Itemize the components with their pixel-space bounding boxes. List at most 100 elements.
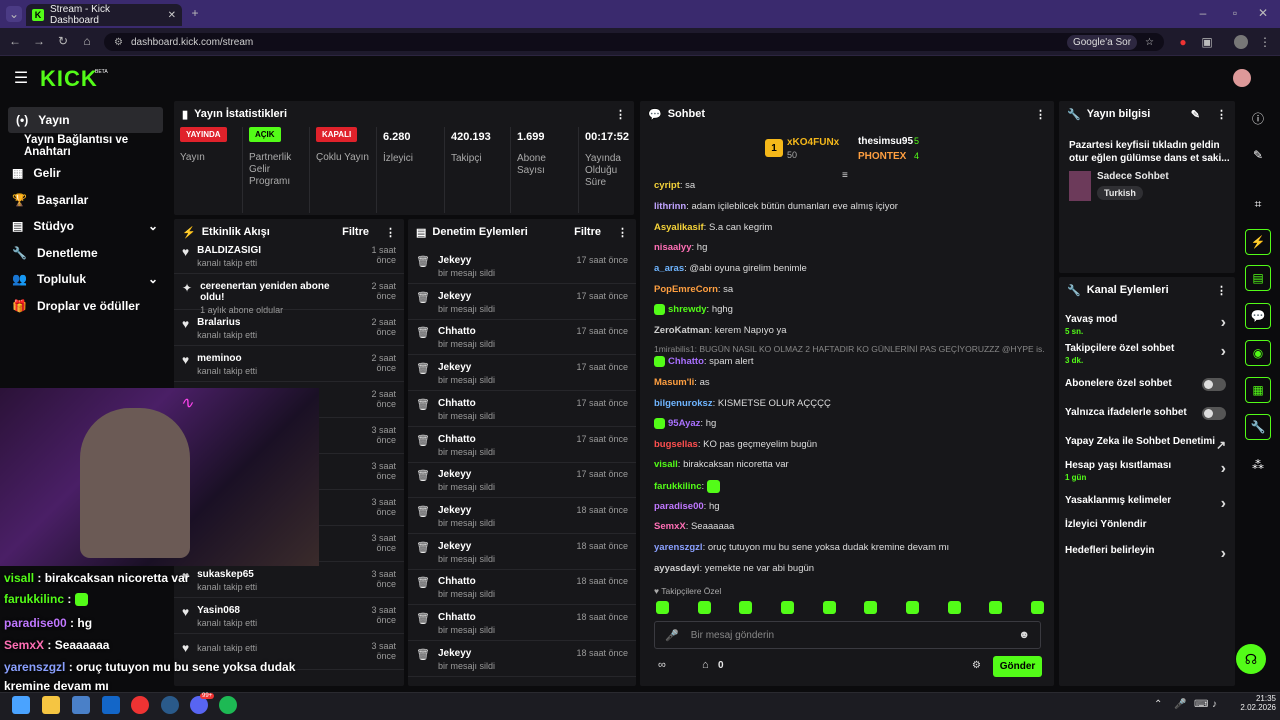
document-action-icon[interactable]: ▤ <box>1245 265 1271 291</box>
chat-username[interactable]: lithrinn <box>654 201 686 212</box>
sidebar-item-studio[interactable]: ▤ Stüdyo ⌄ <box>4 213 166 239</box>
emote-icon[interactable] <box>905 601 919 614</box>
chat-username[interactable]: Chhatto <box>668 356 704 367</box>
sidebar-item-achievements[interactable]: 🏆 Başarılar <box>4 187 96 213</box>
browser-tab[interactable]: K Stream - Kick Dashboard ✕ <box>26 4 182 26</box>
chat-username[interactable]: PopEmreCorn <box>654 284 718 295</box>
tab-search-icon[interactable]: ⌄ <box>6 6 22 22</box>
chat-username[interactable]: 95Ayaz <box>668 418 700 429</box>
add-widget-icon[interactable]: ⁂ <box>1245 452 1271 478</box>
channel-action-item[interactable]: Hesap yaşı kısıtlaması 1 gün › <box>1065 460 1230 482</box>
more-options-icon[interactable]: ⋮ <box>615 108 626 121</box>
layout-action-icon[interactable]: ▦ <box>1245 377 1271 403</box>
sidebar-item-community[interactable]: 👥 Topluluk ⌄ <box>4 266 166 292</box>
more-options-icon[interactable]: ⋮ <box>1035 108 1046 121</box>
maximize-icon[interactable]: ▫ <box>1228 6 1242 20</box>
google-ask-button[interactable]: Google'a Sor <box>1066 34 1138 50</box>
volume-icon[interactable]: ♪ <box>1212 699 1217 710</box>
sidebar-item-revenue[interactable]: ▦ Gelir <box>4 160 69 186</box>
emote-icon[interactable] <box>989 601 1003 614</box>
channel-action-item[interactable]: Yalnızca ifadelerle sohbet <box>1065 407 1230 420</box>
sidebar-item-stream[interactable]: (•) Yayın <box>8 107 163 133</box>
chat-message[interactable]: nisaalyy: hg <box>654 242 1044 253</box>
channel-action-item[interactable]: İzleyici Yönlendir <box>1065 519 1230 530</box>
category-name[interactable]: Sadece Sohbet <box>1097 171 1169 182</box>
chat-username[interactable]: Asyalikasif <box>654 222 704 233</box>
chat-message[interactable]: cyript: sa <box>654 180 1044 191</box>
chat-message[interactable]: shrewdy: hghg <box>654 304 1044 315</box>
emote-icon[interactable] <box>780 601 794 614</box>
info-icon[interactable]: ⓘ <box>1245 105 1271 131</box>
forward-icon[interactable]: → <box>32 34 46 48</box>
browser-menu-icon[interactable]: ⋮ <box>1258 35 1272 49</box>
chat-username[interactable]: yarenszgzl <box>654 542 703 553</box>
language-tag[interactable]: Turkish <box>1097 186 1143 200</box>
chrome-icon[interactable] <box>131 696 149 714</box>
chat-username[interactable]: visall <box>654 459 678 470</box>
chat-message[interactable]: lithrinn: adam içilebilcek bütün dumanla… <box>654 201 1044 212</box>
close-window-icon[interactable]: ✕ <box>1256 6 1270 20</box>
edit-pencil-icon[interactable]: ✎ <box>1191 108 1200 121</box>
moderation-row[interactable]: 🗑 Jekeyy bir mesajı sildi 18 saat önce <box>408 499 636 534</box>
more-options-icon[interactable]: ⋮ <box>1216 284 1227 297</box>
address-bar[interactable]: ⚙ dashboard.kick.com/stream Google'a Sor… <box>104 33 1164 51</box>
more-options-icon[interactable]: ⋮ <box>617 226 628 239</box>
emote-icon[interactable] <box>1030 601 1044 614</box>
store-app-icon[interactable] <box>72 696 90 714</box>
chat-username[interactable]: a_aras <box>654 263 684 274</box>
moderation-row[interactable]: 🗑 Jekeyy bir mesajı sildi 18 saat önce <box>408 535 636 570</box>
mic-tray-icon[interactable]: 🎤 <box>1174 699 1186 710</box>
activity-row[interactable]: ♥ sukaskep65 kanalı takip etti 3 saat önce <box>174 563 404 598</box>
moderation-row[interactable]: 🗑 Chhatto bir mesajı sildi 17 saat önce <box>408 428 636 463</box>
network-icon[interactable]: ⌨ <box>1194 699 1208 710</box>
broadcast-action-icon[interactable]: ◉ <box>1245 340 1271 366</box>
microphone-icon[interactable]: 🎤 <box>665 629 679 642</box>
tray-chevron-icon[interactable]: ⌃ <box>1154 699 1162 710</box>
chat-username[interactable]: shrewdy <box>668 304 707 315</box>
chat-username[interactable]: paradise00 <box>654 501 704 512</box>
chat-message[interactable]: 95Ayaz: hg <box>654 418 1044 429</box>
steam-icon[interactable] <box>161 696 179 714</box>
activity-row[interactable]: ✦ cereenertan yeniden abone oldu! 1 aylık … <box>174 275 404 315</box>
chat-settings-gear-icon[interactable]: ⚙ <box>972 660 981 671</box>
emote-icon[interactable] <box>864 601 878 614</box>
moderation-row[interactable]: 🗑 Chhatto bir mesajı sildi 18 saat önce <box>408 570 636 606</box>
emote-icon[interactable] <box>697 601 711 614</box>
chat-message[interactable]: Asyalikasif: S.a can kegrim <box>654 222 1044 233</box>
chat-message[interactable]: paradise00: hg <box>654 501 1044 512</box>
channel-action-item[interactable]: Takipçilere özel sohbet 3 dk. › <box>1065 343 1230 365</box>
moderation-row[interactable]: 🗑 Jekeyy bir mesajı sildi 17 saat önce <box>408 285 636 320</box>
hamburger-menu-icon[interactable]: ☰ <box>12 69 30 87</box>
emote-icon[interactable] <box>739 601 753 614</box>
sidebar-item-stream-key[interactable]: Yayın Bağlantısı ve Anahtarı <box>16 133 170 159</box>
moderation-filter-button[interactable]: Filtre <box>574 226 601 238</box>
leader-2-name[interactable]: thesimsu95 <box>858 136 913 147</box>
new-tab-icon[interactable]: + <box>188 6 202 20</box>
toggle-switch[interactable] <box>1202 378 1226 391</box>
reload-icon[interactable]: ↻ <box>56 34 70 48</box>
moderation-row[interactable]: 🗑 Jekeyy bir mesajı sildi 17 saat önce <box>408 463 636 499</box>
chat-message[interactable]: ZeroKatman: kerem Napıyo ya <box>654 325 1044 336</box>
file-explorer-icon[interactable] <box>42 696 60 714</box>
user-avatar[interactable] <box>1233 69 1251 87</box>
chat-action-icon[interactable]: 💬 <box>1245 303 1271 329</box>
channel-action-item[interactable]: Yasaklanmış kelimeler › <box>1065 495 1230 512</box>
channel-action-item[interactable]: Hedefleri belirleyin › <box>1065 545 1230 562</box>
leader-3-name[interactable]: PHONTEX <box>858 151 906 162</box>
activity-row[interactable]: ♥ meminoo kanalı takip etti 2 saat önce <box>174 347 404 382</box>
chat-message[interactable]: visall: birakcaksan nicoretta var <box>654 459 1044 470</box>
wrench-action-icon[interactable]: 🔧 <box>1245 414 1271 440</box>
chat-username[interactable]: SemxX <box>654 521 686 532</box>
infinity-icon[interactable]: ∞ <box>658 659 666 671</box>
chat-message[interactable]: Masum'li: as <box>654 377 1044 388</box>
chat-username[interactable]: Masum'li <box>654 377 694 388</box>
chat-message[interactable]: SemxX: Seaaaaaa <box>654 521 1044 532</box>
emoji-icon[interactable]: ☻ <box>1018 629 1030 641</box>
chat-message[interactable]: bilgenuroksz: KISMETSE OLUR AÇÇÇÇ <box>654 398 1044 409</box>
extension-icon[interactable]: ● <box>1176 35 1190 49</box>
clock[interactable]: 21:35 2.02.2026 <box>1236 694 1276 712</box>
chat-message[interactable]: PopEmreCorn: sa <box>654 284 1044 295</box>
site-info-icon[interactable]: ⚙ <box>114 37 123 48</box>
chat-message[interactable]: a_aras: @abi oyuna girelim benimle <box>654 263 1044 274</box>
bolt-action-icon[interactable]: ⚡ <box>1245 229 1271 255</box>
